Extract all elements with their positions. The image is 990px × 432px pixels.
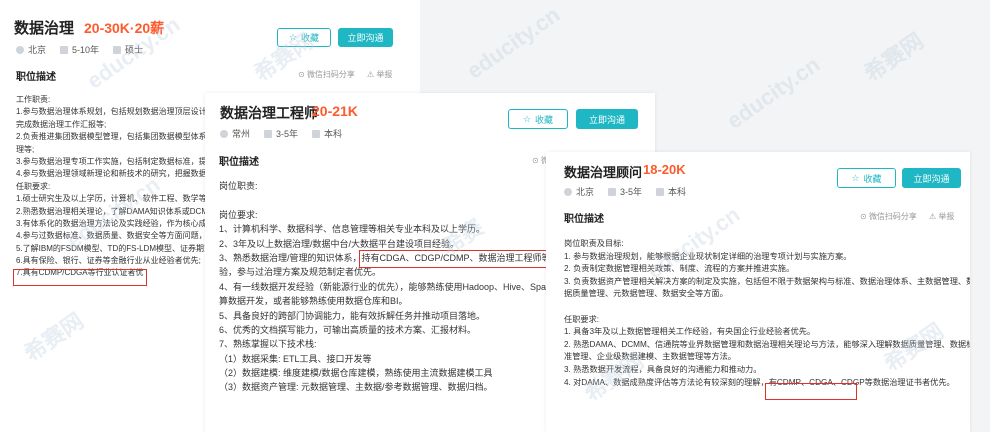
chat-now-button[interactable]: 立即沟通 xyxy=(576,109,638,129)
desc-line: 任职要求: xyxy=(564,314,600,324)
watermark: 希赛网 xyxy=(859,28,929,87)
star-icon: ☆ xyxy=(851,172,860,183)
desc-line xyxy=(219,193,587,207)
desc-line xyxy=(564,301,970,314)
wechat-share-link[interactable]: ⊙ 微信扫码分享 xyxy=(298,69,355,80)
desc-line: 1. 参与数据治理规划，能够根据企业现状制定详细的治理专项计划与实施方案。 xyxy=(564,251,852,261)
desc-line: 3.有体系化的数据治理方法论及实践经验，作为核心成员参 xyxy=(16,218,223,228)
location-icon xyxy=(220,129,228,138)
desc-line: （1）数据采集: ETL工具、接口开发等 xyxy=(219,353,372,364)
job-title: 数据治理顾问 xyxy=(564,165,643,180)
share-row: ⊙ 微信扫码分享 ⚠ 举报 xyxy=(298,69,392,80)
meta-location: 北京 xyxy=(564,185,594,198)
watermark: educity.cn xyxy=(462,1,565,84)
job-description: 岗位职责及目标: 1. 参与数据治理规划，能够根据企业现状制定详细的治理专项计划… xyxy=(564,238,970,389)
star-icon: ☆ xyxy=(288,32,298,42)
meta-location: 常州 xyxy=(220,127,250,140)
desc-line: 4.参与过数据标准、数据质量、数据安全等方面问题，主导 xyxy=(16,231,223,241)
desc-line: 5、具备良好的跨部门协调能力，能有效拆解任务并推动项目落地。 xyxy=(219,310,486,321)
section-title: 职位描述 xyxy=(16,72,56,83)
briefcase-icon xyxy=(264,129,273,138)
favorite-button[interactable]: ☆ 收藏 xyxy=(508,109,568,129)
desc-line: 1. 具备3年及以上数据管理相关工作经验，有央国企行业经验者优先。 xyxy=(564,327,816,337)
desc-line: 2. 负责制定数据管理相关政策、制度、流程的方案并推进实施。 xyxy=(564,264,795,274)
desc-line: 6.具有保险、银行、证券等金融行业从业经验者优先; xyxy=(16,256,201,266)
meta-education: 本科 xyxy=(312,127,342,140)
desc-line: 6、优秀的文档撰写能力，可输出高质量的技术方案、汇报材料。 xyxy=(219,324,477,335)
briefcase-icon xyxy=(608,187,617,196)
desc-line: 4、有一线数据开发经验（新能源行业的优先），能够熟练使用Hadoop、Hive、… xyxy=(219,281,582,292)
desc-line: 算数据开发，或者能够熟练使用数据仓库和BI。 xyxy=(219,296,408,307)
favorite-button[interactable]: ☆ 收藏 xyxy=(837,168,896,188)
job-title: 数据治理工程师 xyxy=(220,105,318,121)
meta-education: 硕士 xyxy=(113,43,143,56)
location-icon xyxy=(16,45,24,54)
desc-line: 岗位职责及目标: xyxy=(564,239,624,248)
chat-now-button[interactable]: 立即沟通 xyxy=(902,168,961,188)
job-salary: 20-21K xyxy=(312,103,358,119)
desc-line: （2）数据建模: 维度建模/数据仓库建模，熟练使用主流数据建模工具 xyxy=(219,368,493,379)
job-description: 工作职责: 1.参与数据治理体系规划，包括规划数据治理顶层设计、起 完成数据治理… xyxy=(16,94,223,280)
desc-line: 3. 熟悉数据开发流程，具备良好的沟通能力和推动力。 xyxy=(564,364,762,374)
desc-line: 2、3年及以上数据治理/数据中台/大数据平台建设项目经验。 xyxy=(219,238,460,249)
section-title: 职位描述 xyxy=(219,157,259,168)
highlight-box xyxy=(765,383,857,400)
chat-now-button[interactable]: 立即沟通 xyxy=(338,28,393,47)
graduation-icon xyxy=(113,45,122,54)
desc-line: 工作职责: xyxy=(16,95,51,104)
desc-line: 1.参与数据治理体系规划，包括规划数据治理顶层设计、起 xyxy=(16,107,223,117)
desc-line: 准管理、企业级数据建模、主数据管理等方法。 xyxy=(564,352,736,362)
location-icon xyxy=(564,187,572,196)
desc-line: 理等; xyxy=(16,144,35,154)
desc-line: 据质量管理、元数据管理、数据安全等方面。 xyxy=(564,289,728,299)
star-icon: ☆ xyxy=(522,113,532,124)
share-row: ⊙ 微信扫码分享 ⚠ 举报 xyxy=(860,211,954,222)
favorite-button[interactable]: ☆ 收藏 xyxy=(277,28,331,47)
meta-experience: 3-5年 xyxy=(264,127,298,140)
report-link[interactable]: ⚠ 举报 xyxy=(929,211,954,222)
wechat-share-link[interactable]: ⊙ 微信扫码分享 xyxy=(860,211,917,222)
desc-line: （3）数据资产管理: 元数据管理、主数据/参考数据管理、数据归档。 xyxy=(219,382,493,393)
meta-experience: 5-10年 xyxy=(60,43,99,56)
desc-line: 任职要求: xyxy=(16,181,51,191)
job-meta: 北京 3-5年 本科 xyxy=(564,185,686,198)
desc-line: 1.硕士研究生及以上学历，计算机、软件工程、数学等相关 xyxy=(16,194,223,204)
desc-line: 3.参与数据治理专项工作实施，包括制定数据标准，提升重 xyxy=(16,156,223,166)
section-title: 职位描述 xyxy=(564,214,604,225)
desc-line: 2. 熟悉DAMA、DCMM、信通院等业界数据管理和数据治理相关理论与方法，能够… xyxy=(564,339,970,349)
job-salary: 18-20K xyxy=(643,162,686,177)
desc-line: 岗位要求: xyxy=(219,209,258,220)
desc-line: 7、熟练掌握以下技术栈: xyxy=(219,339,317,350)
desc-line: 5.了解IBM的FSDM模型、TD的FS-LDM模型、证券期货业 xyxy=(16,243,220,253)
job-meta: 北京 5-10年 硕士 xyxy=(16,43,143,56)
job-meta: 常州 3-5年 本科 xyxy=(220,127,342,140)
meta-experience: 3-5年 xyxy=(608,185,642,198)
desc-line: 2.熟悉数据治理相关理论，了解DAMA知识体系或DCMM框 xyxy=(16,206,223,216)
job-description: 岗位职责: 岗位要求: 1、计算机科学、数据科学、信息管理等相关专业本科及以上学… xyxy=(219,179,587,395)
job-title: 数据治理 xyxy=(14,20,75,37)
meta-location: 北京 xyxy=(16,43,46,56)
desc-line: 岗位职责: xyxy=(219,181,258,191)
job-salary: 20-30K·20薪 xyxy=(84,20,165,36)
graduation-icon xyxy=(656,187,665,196)
job-card-data-governance-consultant: 数据治理顾问 18-20K 北京 3-5年 本科 ☆ 收藏 立即沟通 职位描述 ⊙… xyxy=(546,152,970,432)
report-link[interactable]: ⚠ 举报 xyxy=(367,69,392,80)
desc-line: 2.负责推进集团数据模型管理，包括集团数据模型体系建设 xyxy=(16,132,223,142)
desc-line: 1、计算机科学、数据科学、信息管理等相关专业本科及以上学历。 xyxy=(219,224,486,235)
desc-line: 完成数据治理工作汇报等; xyxy=(16,119,107,129)
briefcase-icon xyxy=(60,45,69,54)
highlight-box xyxy=(13,269,147,286)
desc-line: 4.参与数据治理领域新理论和新技术的研究，把握数据治理 xyxy=(16,169,223,179)
watermark: educity.cn xyxy=(722,51,825,134)
graduation-icon xyxy=(312,129,321,138)
highlight-box xyxy=(359,250,550,268)
meta-education: 本科 xyxy=(656,185,686,198)
desc-line: 3. 负责数据资产管理相关解决方案的制定及实施，包括但不限于数据架构与标准、数据… xyxy=(564,276,970,286)
